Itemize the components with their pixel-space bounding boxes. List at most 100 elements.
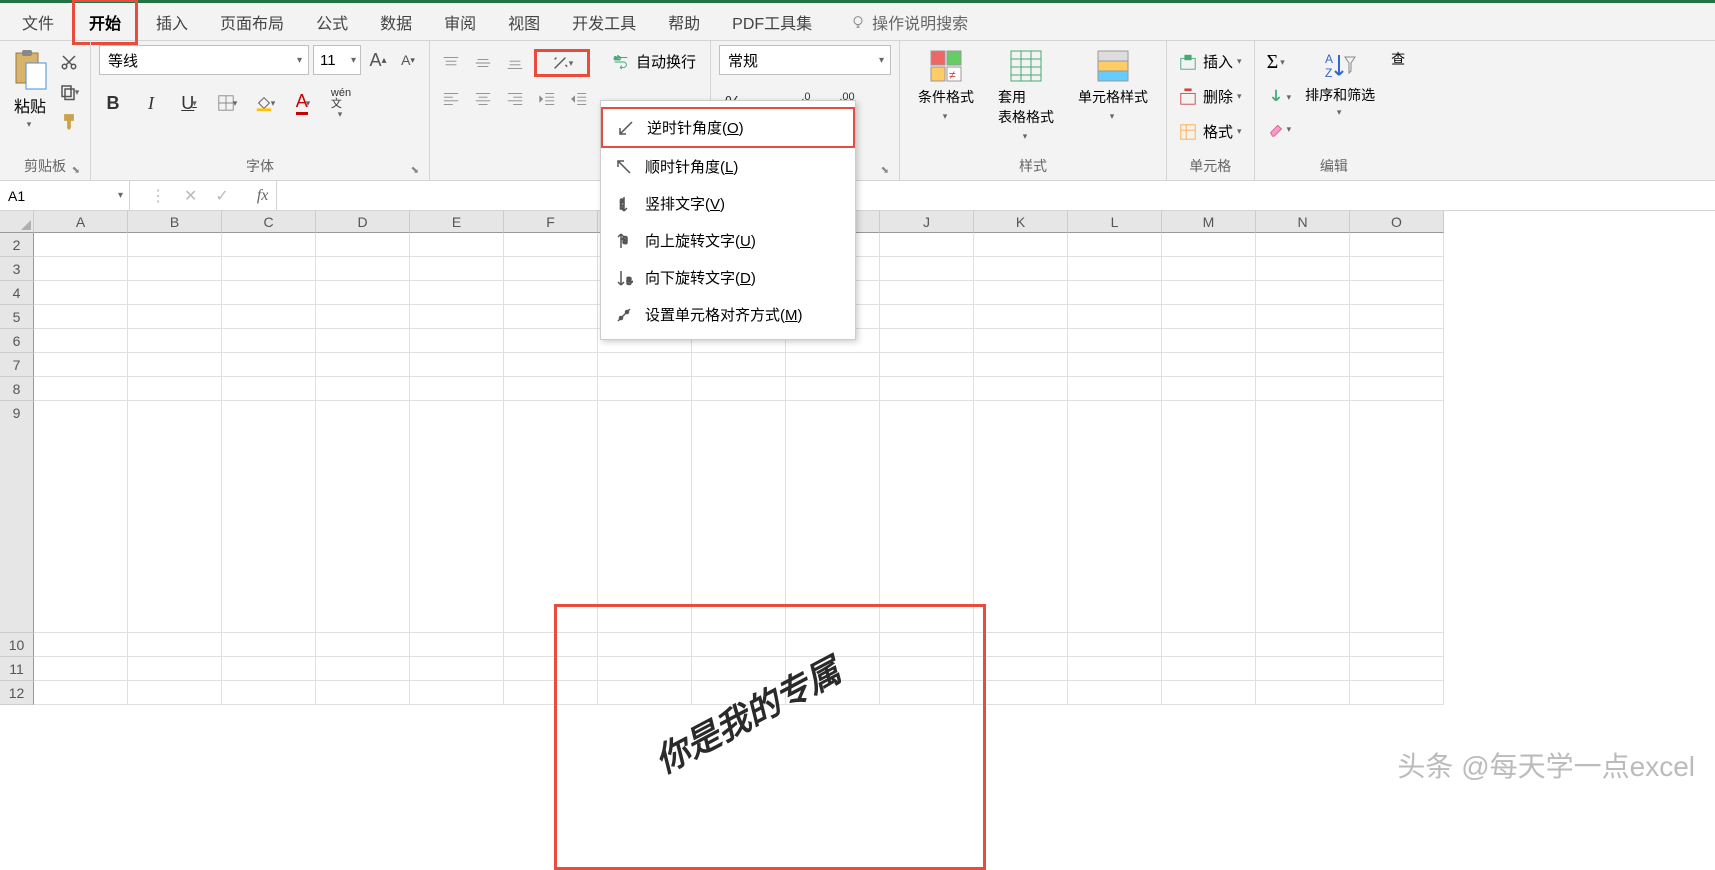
cell[interactable] — [974, 633, 1068, 657]
cell[interactable] — [316, 657, 410, 681]
cell[interactable] — [1068, 329, 1162, 353]
cell[interactable] — [222, 657, 316, 681]
cell[interactable] — [974, 305, 1068, 329]
menu-rotate-down[interactable]: ab 向下旋转文字(D) — [601, 259, 855, 296]
cell[interactable] — [880, 305, 974, 329]
format-painter-button[interactable] — [56, 111, 82, 133]
cell[interactable] — [34, 377, 128, 401]
borders-button[interactable]: ▾ — [213, 89, 241, 117]
enter-icon[interactable]: ✓ — [215, 186, 228, 206]
tab-insert[interactable]: 插入 — [142, 2, 202, 42]
tab-file[interactable]: 文件 — [8, 2, 68, 42]
cell[interactable] — [880, 329, 974, 353]
cell[interactable] — [504, 329, 598, 353]
cell[interactable] — [34, 657, 128, 681]
conditional-format-button[interactable]: ≠ 条件格式▾ — [908, 45, 984, 126]
decrease-font-button[interactable]: A▾ — [395, 45, 421, 75]
cell[interactable] — [410, 633, 504, 657]
cell[interactable] — [692, 633, 786, 657]
cell[interactable] — [410, 681, 504, 705]
cell[interactable] — [1162, 257, 1256, 281]
cell[interactable] — [1068, 305, 1162, 329]
fill-color-button[interactable]: ▾ — [251, 89, 279, 117]
row-header[interactable]: 2 — [0, 233, 34, 257]
increase-font-button[interactable]: A▴ — [365, 45, 391, 75]
col-header[interactable]: M — [1162, 211, 1256, 233]
cell[interactable] — [598, 657, 692, 681]
menu-rotate-up[interactable]: ab 向上旋转文字(U) — [601, 222, 855, 259]
cell[interactable] — [410, 657, 504, 681]
dialog-launcher-icon[interactable]: ⬊ — [881, 165, 889, 176]
find-select-button[interactable]: 查 — [1385, 45, 1405, 73]
table-format-button[interactable]: 套用 表格格式▾ — [988, 45, 1064, 146]
row-header[interactable]: 3 — [0, 257, 34, 281]
fx-icon[interactable]: fx — [249, 187, 277, 205]
cell[interactable] — [880, 281, 974, 305]
font-size-select[interactable]: 11▾ — [313, 45, 361, 75]
format-cells-button[interactable]: 格式 ▾ — [1175, 119, 1246, 144]
cell[interactable] — [128, 657, 222, 681]
cell[interactable] — [316, 281, 410, 305]
cell[interactable] — [410, 401, 504, 633]
cell[interactable] — [1162, 233, 1256, 257]
cell[interactable] — [410, 233, 504, 257]
cell[interactable] — [316, 353, 410, 377]
col-header[interactable]: F — [504, 211, 598, 233]
cell[interactable] — [1256, 353, 1350, 377]
align-left-button[interactable] — [438, 87, 464, 111]
cell[interactable] — [1162, 633, 1256, 657]
cell[interactable] — [786, 401, 880, 633]
cell[interactable] — [316, 377, 410, 401]
cell[interactable] — [880, 377, 974, 401]
cell[interactable] — [410, 353, 504, 377]
tab-pdf-tools[interactable]: PDF工具集 — [718, 2, 826, 42]
cell[interactable] — [598, 401, 692, 633]
cell[interactable] — [504, 257, 598, 281]
bold-button[interactable]: B — [99, 89, 127, 117]
copy-button[interactable]: ▾ — [56, 81, 82, 103]
dropdown-icon[interactable]: ⋮ — [150, 186, 166, 206]
cell[interactable] — [128, 633, 222, 657]
font-name-select[interactable]: 等线▾ — [99, 45, 309, 75]
tab-page-layout[interactable]: 页面布局 — [206, 2, 298, 42]
dialog-launcher-icon[interactable]: ⬊ — [411, 165, 419, 176]
cell[interactable] — [222, 257, 316, 281]
cell[interactable] — [222, 377, 316, 401]
cell[interactable] — [1350, 353, 1444, 377]
cell[interactable] — [1256, 305, 1350, 329]
dialog-launcher-icon[interactable]: ⬊ — [72, 165, 80, 176]
cell[interactable] — [504, 305, 598, 329]
cell[interactable] — [1256, 681, 1350, 705]
menu-format-alignment[interactable]: 设置单元格对齐方式(M) — [601, 296, 855, 333]
cell[interactable] — [880, 233, 974, 257]
cell[interactable] — [598, 377, 692, 401]
align-center-button[interactable] — [470, 87, 496, 111]
cell[interactable] — [128, 401, 222, 633]
cell[interactable] — [880, 353, 974, 377]
number-format-select[interactable]: 常规▾ — [719, 45, 891, 75]
cell[interactable] — [1350, 633, 1444, 657]
cell[interactable] — [974, 657, 1068, 681]
cell[interactable] — [1162, 377, 1256, 401]
cell[interactable] — [222, 305, 316, 329]
cell[interactable] — [1350, 233, 1444, 257]
cell[interactable] — [1350, 257, 1444, 281]
cell[interactable] — [1350, 329, 1444, 353]
row-header[interactable]: 9 — [0, 401, 34, 633]
cell[interactable] — [222, 401, 316, 633]
cell[interactable] — [316, 305, 410, 329]
italic-button[interactable]: I — [137, 89, 165, 117]
cell[interactable] — [34, 633, 128, 657]
cell[interactable] — [1068, 681, 1162, 705]
select-all-corner[interactable] — [0, 211, 34, 233]
cell-styles-button[interactable]: 单元格样式▾ — [1068, 45, 1158, 126]
menu-angle-cw[interactable]: 顺时针角度(L) — [601, 148, 855, 185]
cell[interactable] — [598, 353, 692, 377]
cell[interactable] — [974, 329, 1068, 353]
cell[interactable] — [1068, 377, 1162, 401]
cell[interactable] — [692, 401, 786, 633]
cell[interactable] — [222, 329, 316, 353]
menu-angle-ccw[interactable]: 逆时针角度(O) — [601, 107, 855, 148]
cell[interactable] — [504, 233, 598, 257]
cell[interactable] — [128, 305, 222, 329]
